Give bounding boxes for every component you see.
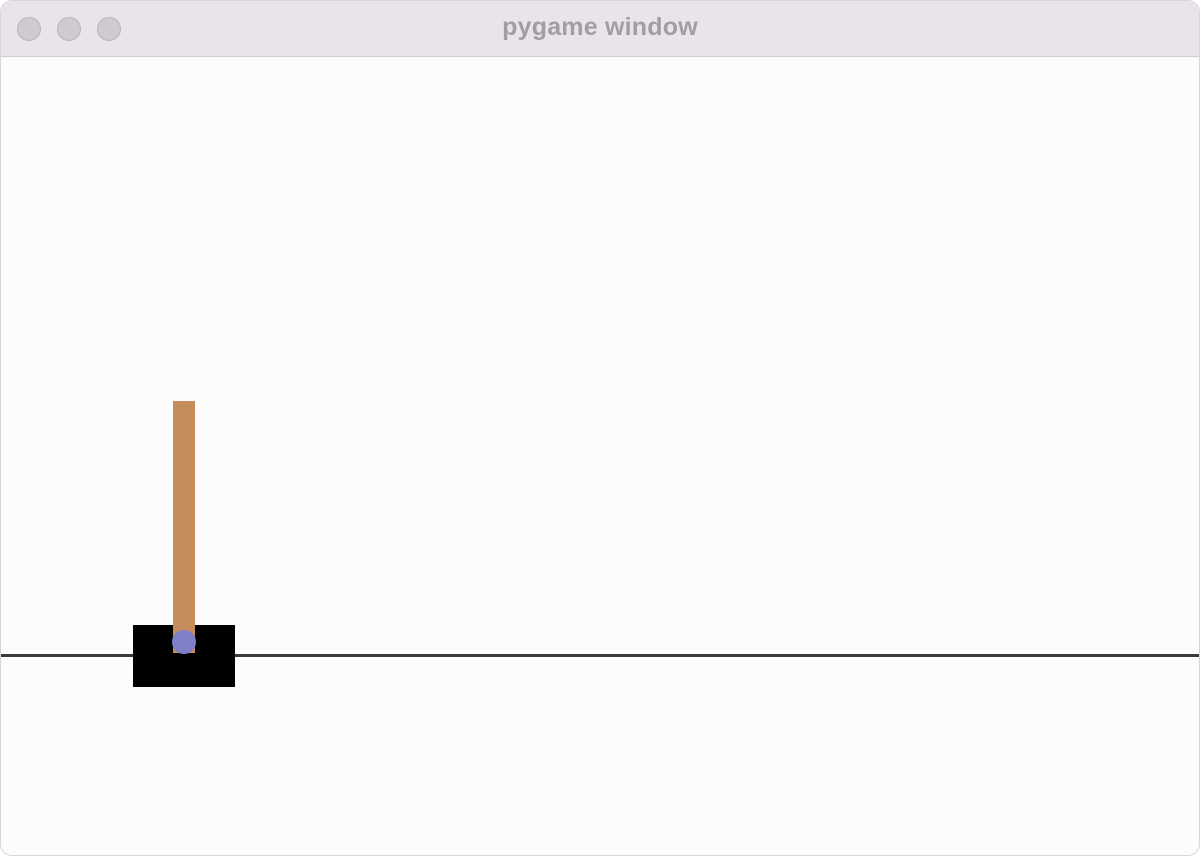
game-canvas[interactable] xyxy=(1,58,1199,855)
title-bar[interactable]: pygame window xyxy=(1,1,1199,57)
pole xyxy=(173,401,195,653)
pygame-window: pygame window xyxy=(0,0,1200,856)
axle xyxy=(172,630,196,654)
window-title: pygame window xyxy=(502,13,698,41)
